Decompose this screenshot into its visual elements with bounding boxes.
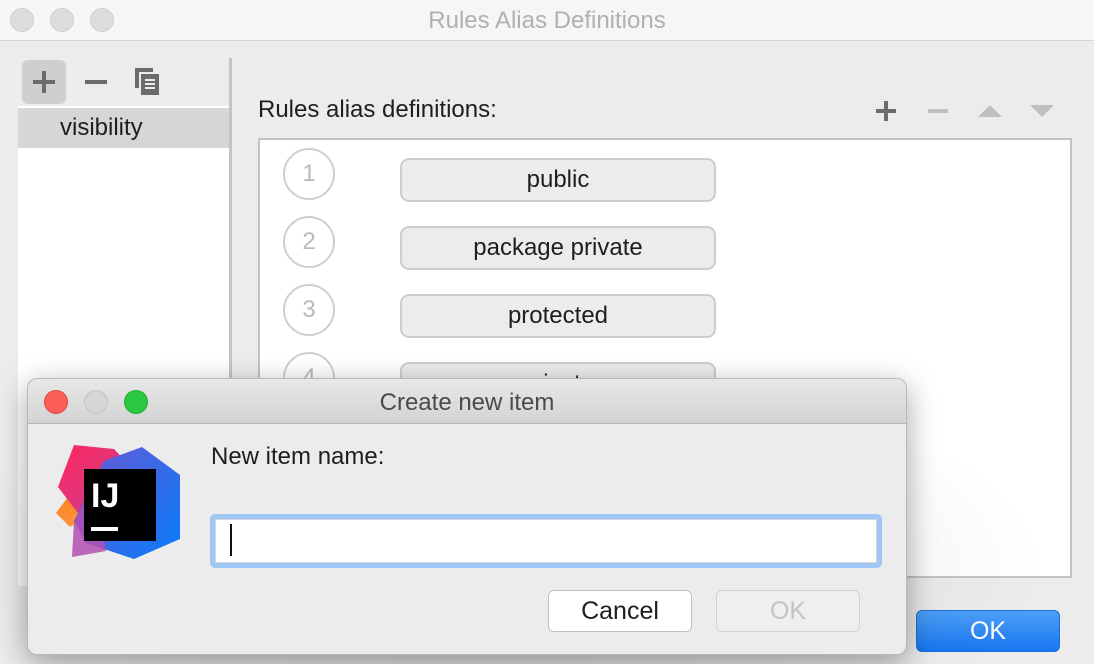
rule-value[interactable]: public (400, 158, 716, 202)
rule-row: 2 package private (260, 214, 1070, 270)
create-new-item-dialog: Create new item IJ New item name: Cancel… (27, 378, 907, 655)
triangle-up-icon (978, 105, 1002, 117)
new-item-name-label: New item name: (211, 443, 385, 470)
rule-value[interactable]: package private (400, 226, 716, 270)
main-window-titlebar: Rules Alias Definitions (0, 0, 1094, 41)
dialog-titlebar: Create new item (28, 379, 906, 424)
move-rule-up-button[interactable] (977, 98, 1003, 124)
text-cursor (230, 524, 232, 556)
rule-index: 1 (283, 148, 335, 200)
dialog-cancel-button[interactable]: Cancel (548, 590, 692, 632)
window-title: Rules Alias Definitions (428, 7, 666, 34)
remove-alias-button[interactable] (74, 60, 118, 104)
copy-icon (135, 68, 161, 96)
add-rule-button[interactable] (873, 98, 899, 124)
triangle-down-icon (1030, 105, 1054, 117)
move-rule-down-button[interactable] (1029, 98, 1055, 124)
dialog-ok-button-disabled[interactable]: OK (716, 590, 860, 632)
alias-list-item-visibility[interactable]: visibility (18, 108, 230, 148)
minus-icon (85, 80, 107, 84)
plus-icon (876, 101, 896, 121)
dialog-title: Create new item (379, 389, 555, 416)
intellij-idea-logo-icon: IJ (56, 445, 180, 559)
rule-row: 1 public (260, 146, 1070, 202)
copy-alias-button[interactable] (126, 60, 170, 104)
rule-value[interactable]: protected (400, 294, 716, 338)
rule-index: 2 (283, 216, 335, 268)
rules-section-label: Rules alias definitions: (258, 96, 497, 123)
add-alias-button[interactable] (22, 60, 66, 104)
new-item-name-field-focus-ring (210, 514, 882, 568)
rule-index: 3 (283, 284, 335, 336)
new-item-name-input[interactable] (215, 519, 877, 563)
rule-row: 3 protected (260, 282, 1070, 338)
main-ok-button[interactable]: OK (916, 610, 1060, 652)
minus-icon (928, 109, 948, 113)
logo-text: IJ (91, 477, 119, 515)
plus-icon (33, 71, 55, 93)
remove-rule-button[interactable] (925, 98, 951, 124)
